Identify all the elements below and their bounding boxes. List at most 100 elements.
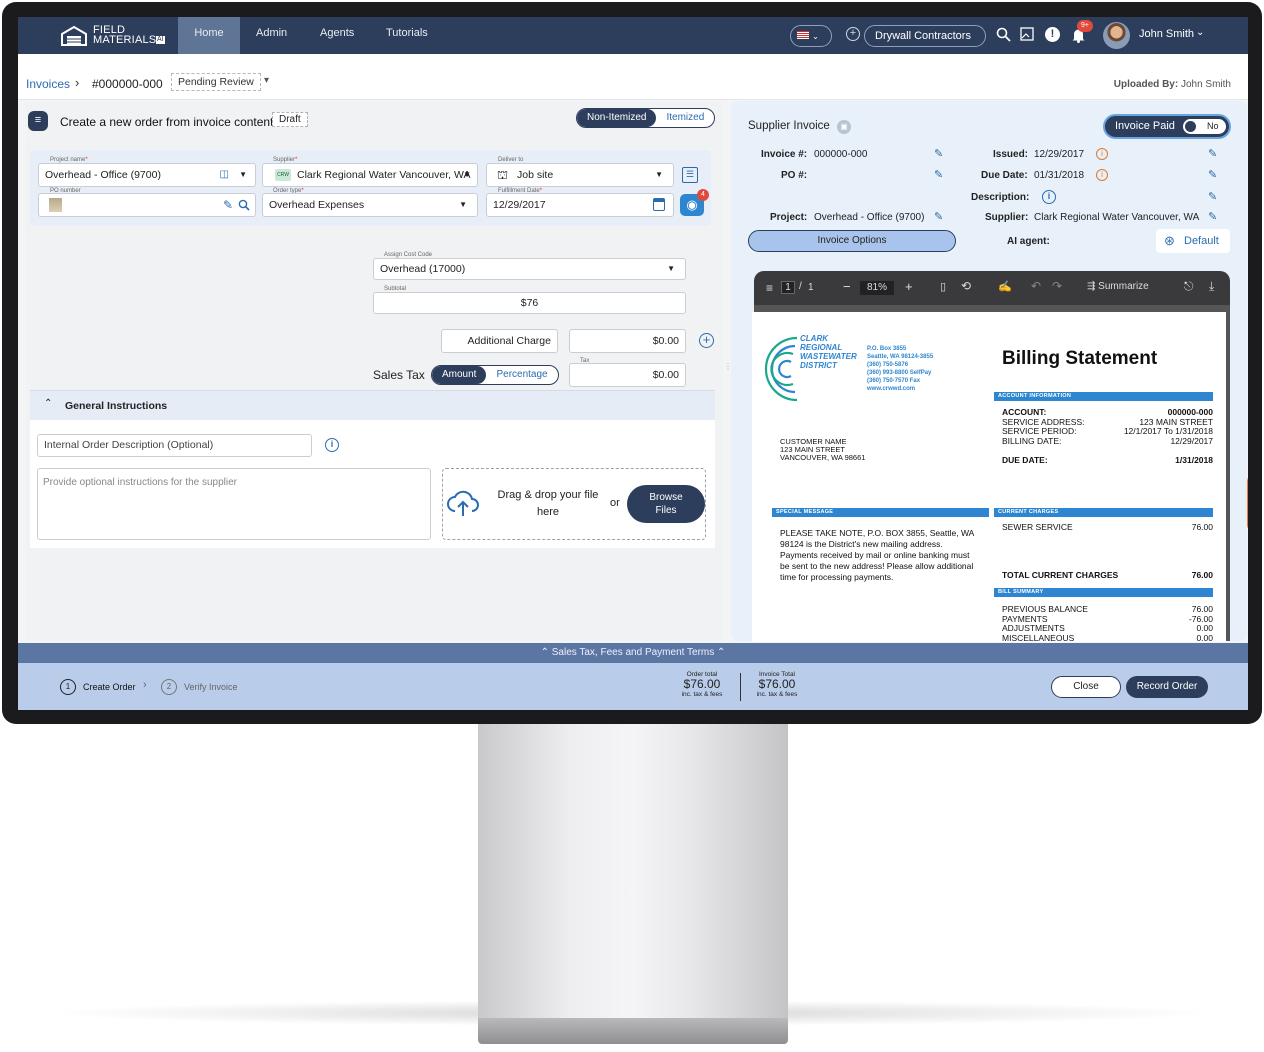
brand-logo[interactable]: FIELD MATERIALS AI [60, 24, 178, 48]
add-charge-icon[interactable]: + [699, 333, 714, 348]
redo-icon[interactable]: ↷ [1052, 279, 1062, 293]
expand-panel-tab[interactable]: › [1247, 475, 1248, 531]
language-select[interactable]: ⌄ [790, 25, 832, 47]
tax-input[interactable]: $0.00 [569, 363, 686, 387]
share-icon[interactable]: ⎋ [1184, 279, 1194, 294]
fulfillment-date-input[interactable]: 12/29/2017 [486, 193, 674, 217]
paid-switch[interactable]: No [1183, 119, 1226, 134]
chevron-down-icon: ▼ [459, 200, 467, 209]
supplier-select[interactable]: CRW Clark Regional Water Vancouver, WA ▼ [262, 163, 478, 187]
edit-project-icon[interactable]: ✎ [934, 210, 943, 223]
zoom-in-icon[interactable]: + [905, 279, 913, 294]
rotate-icon[interactable]: ⟲ [961, 279, 971, 293]
tab-agents[interactable]: Agents [304, 17, 370, 54]
instructions-textarea[interactable]: Provide optional instructions for the su… [37, 468, 431, 540]
tax-amount-option[interactable]: Amount [432, 366, 487, 384]
status-dropdown-icon[interactable]: ▾ [264, 75, 269, 86]
menu-icon[interactable]: ≡ [28, 111, 48, 131]
itemized-option[interactable]: Itemized [656, 109, 714, 127]
user-name[interactable]: John Smith [1139, 28, 1194, 40]
add-circle-icon[interactable]: + [846, 27, 860, 41]
non-itemized-option[interactable]: Non-Itemized [577, 109, 657, 127]
po-input[interactable]: ✎ [38, 193, 256, 217]
itemized-toggle[interactable]: Non-Itemized Itemized [576, 108, 716, 128]
internal-description-input[interactable]: Internal Order Description (Optional) [37, 434, 312, 457]
tab-home[interactable]: Home [178, 17, 240, 54]
due-info-icon[interactable]: i [1096, 169, 1108, 181]
additional-charge-label[interactable]: Additional Charge [441, 329, 558, 353]
file-dropzone[interactable]: Drag & drop your file here or Browse Fil… [442, 468, 706, 540]
summarize-button[interactable]: ⇶ Summarize [1087, 281, 1149, 292]
image-search-icon[interactable] [1020, 27, 1035, 42]
company-name: Drywall Contractors [875, 30, 971, 42]
record-order-button[interactable]: Record Order [1126, 676, 1208, 698]
district-name-line: REGIONAL [800, 343, 843, 352]
additional-charge-input[interactable]: $0.00 [569, 329, 686, 353]
breadcrumb-invoices-link[interactable]: Invoices [26, 77, 70, 91]
edit-supplier-icon[interactable]: ✎ [1208, 210, 1217, 223]
chevron-down-icon: ▼ [463, 170, 471, 179]
avatar[interactable] [1103, 22, 1130, 49]
page-input[interactable]: 1 [781, 281, 795, 294]
order-title: Create a new order from invoice content [60, 115, 274, 129]
ai-agent-select[interactable]: ⊛ Default [1156, 229, 1230, 253]
brand-line2: MATERIALS [93, 34, 157, 46]
settings-icon[interactable]: ▣ [837, 120, 851, 134]
total-charges-row: TOTAL CURRENT CHARGES 76.00 [1002, 570, 1213, 581]
top-nav: FIELD MATERIALS AI Home Admin Agents Tut… [18, 17, 1248, 61]
company-select[interactable]: Drywall Contractors ⌄ [864, 25, 986, 61]
resize-handle[interactable]: ⋮ [724, 362, 732, 374]
edit-due-icon[interactable]: ✎ [1208, 168, 1217, 181]
pencil-icon[interactable]: ✎ [223, 194, 233, 216]
step-verify-invoice[interactable]: Verify Invoice [184, 682, 238, 692]
chevron-down-icon[interactable]: ⌄ [1196, 27, 1204, 38]
invoice-options-button[interactable]: Invoice Options [748, 230, 956, 252]
sidebar-toggle-icon[interactable]: ≡ [766, 281, 773, 295]
project-select[interactable]: Overhead - Office (9700) ◫ ▼ [38, 163, 256, 187]
status-badge[interactable]: Pending Review [171, 73, 261, 91]
info-icon[interactable]: i [325, 438, 339, 452]
subtotal-field: $76 [373, 292, 686, 314]
account-info-header: ACCOUNT INFORMATION [994, 392, 1213, 401]
invoice-paid-toggle[interactable]: Invoice Paid No [1103, 114, 1231, 139]
undo-icon[interactable]: ↶ [1031, 279, 1041, 293]
cost-code-select[interactable]: Overhead (17000) ▼ [373, 258, 686, 280]
edit-po-icon[interactable]: ✎ [934, 168, 943, 181]
tax-mode-toggle[interactable]: Amount Percentage [431, 365, 559, 385]
order-type-select[interactable]: Overhead Expenses ▼ [262, 193, 478, 217]
sales-tax-fees-toggle[interactable]: ⌃ Sales Tax, Fees and Payment Terms ⌃ [18, 643, 1248, 663]
alert-icon[interactable]: ! [1045, 27, 1060, 42]
browse-files-button[interactable]: Browse Files [627, 485, 705, 523]
tab-tutorials[interactable]: Tutorials [370, 17, 444, 54]
cost-code-value: Overhead (17000) [380, 263, 466, 275]
chevron-down-icon: ⌄ [812, 32, 819, 41]
chevron-down-icon: ▼ [667, 264, 675, 273]
step-create-order[interactable]: Create Order [83, 682, 136, 692]
zoom-out-icon[interactable]: − [843, 279, 851, 294]
general-instructions-header[interactable]: ⌃ General Instructions [30, 390, 715, 420]
page-fit-icon[interactable]: ▯ [940, 280, 946, 293]
close-button[interactable]: Close [1051, 676, 1121, 698]
tab-admin[interactable]: Admin [240, 17, 303, 54]
edit-description-icon[interactable]: ✎ [1208, 190, 1217, 203]
calendar-icon[interactable] [653, 198, 665, 211]
description-info-icon[interactable]: i [1042, 190, 1056, 204]
tax-percentage-option[interactable]: Percentage [486, 366, 557, 384]
draft-badge: Draft [272, 112, 308, 127]
issued-info-icon[interactable]: i [1096, 148, 1108, 160]
search-icon[interactable] [238, 199, 250, 211]
bill-summary-header: BILL SUMMARY [994, 588, 1213, 597]
step-2-indicator: 2 [161, 679, 177, 695]
edit-issued-icon[interactable]: ✎ [1208, 147, 1217, 160]
contacts-icon[interactable]: ☰ [682, 167, 698, 183]
search-icon[interactable] [996, 27, 1011, 42]
district-name-line: WASTEWATER [800, 352, 857, 361]
zoom-level[interactable]: 81% [860, 281, 894, 295]
annotate-icon[interactable]: ✍ [998, 280, 1012, 293]
address-line: (360) 750-5876 [867, 362, 909, 368]
supplier-badge: CRW [275, 169, 291, 181]
split-icon[interactable]: ◫ [220, 164, 229, 186]
download-icon[interactable]: ⤓ [1209, 279, 1214, 294]
edit-invoice-number-icon[interactable]: ✎ [934, 147, 943, 160]
deliver-select[interactable]: ⛫ Job site ▼ [486, 163, 674, 187]
